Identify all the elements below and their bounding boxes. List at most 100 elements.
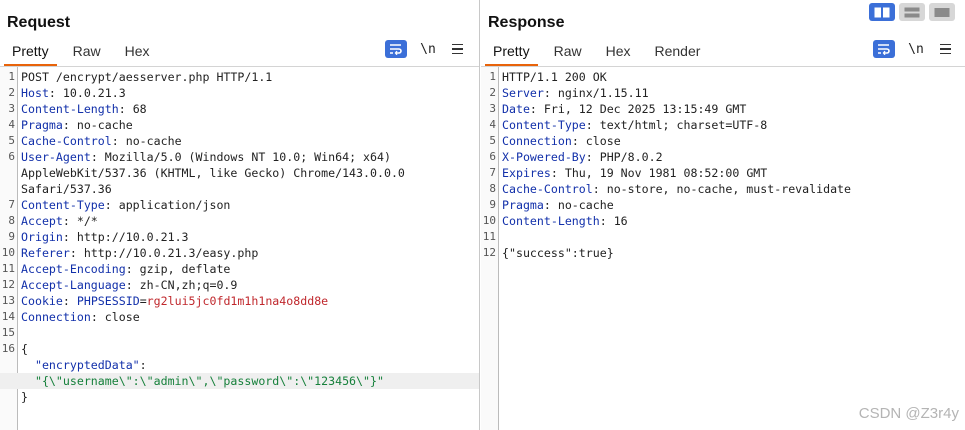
line-content: Cache-Control: no-store, no-cache, must-… — [502, 181, 851, 197]
header-value: : Mozilla/5.0 (Windows NT 10.0; Win64; x… — [90, 150, 391, 164]
header-name: Content-Length — [21, 102, 119, 116]
code-line: 10 Referer: http://10.0.21.3/easy.php — [0, 245, 479, 261]
code-line: 5 Connection: close — [481, 133, 965, 149]
show-newlines-button[interactable]: \n — [905, 42, 927, 57]
line-content: Date: Fri, 12 Dec 2025 13:15:49 GMT — [502, 101, 746, 117]
code-text: { — [21, 342, 28, 356]
header-name: User-Agent — [21, 150, 91, 164]
line-number: 16 — [1, 342, 15, 355]
line-number: 9 — [489, 198, 496, 211]
header-value: : Thu, 19 Nov 1981 08:52:00 GMT — [550, 166, 768, 180]
header-value: : text/html; charset=UTF-8 — [585, 118, 768, 132]
code-text: {"success":true} — [502, 246, 614, 260]
header-value: : no-store, no-cache, must-revalidate — [592, 182, 852, 196]
line-number: 4 — [489, 118, 496, 131]
line-content: Pragma: no-cache — [21, 117, 133, 133]
code-line: "{\"username\":\"admin\",\"password\":\"… — [0, 373, 479, 389]
code-line: 2 Host: 10.0.21.3 — [0, 85, 479, 101]
code-line: 1 HTTP/1.1 200 OK — [481, 69, 965, 85]
header-value: : nginx/1.15.11 — [543, 86, 649, 100]
code-text: } — [21, 390, 28, 404]
line-content: AppleWebKit/537.36 (KHTML, like Gecko) C… — [21, 165, 405, 181]
request-title: Request — [7, 14, 71, 31]
json-colon: : — [139, 358, 147, 372]
header-value: : http://10.0.21.3 — [62, 230, 189, 244]
line-content: HTTP/1.1 200 OK — [502, 69, 607, 85]
response-tab-hex[interactable]: Hex — [594, 38, 643, 66]
code-text: POST /encrypt/aesserver.php HTTP/1.1 — [21, 70, 273, 84]
header-value: : close — [90, 310, 140, 324]
response-toolbar: \n — [873, 40, 953, 58]
line-number: 3 — [8, 102, 15, 115]
header-name: Connection — [502, 134, 572, 148]
code-line: 1 POST /encrypt/aesserver.php HTTP/1.1 — [0, 69, 479, 85]
header-value: : 10.0.21.3 — [48, 86, 126, 100]
line-content: Referer: http://10.0.21.3/easy.php — [21, 245, 258, 261]
word-wrap-icon[interactable] — [873, 40, 895, 58]
code-line: 9 Origin: http://10.0.21.3 — [0, 229, 479, 245]
line-content: User-Agent: Mozilla/5.0 (Windows NT 10.0… — [21, 149, 391, 165]
response-editor[interactable]: 1 HTTP/1.1 200 OK 2 Server: nginx/1.15.11 3 D… — [481, 67, 965, 430]
header-name: Accept — [21, 214, 63, 228]
header-name: Pragma — [21, 118, 63, 132]
line-content: Content-Type: text/html; charset=UTF-8 — [502, 117, 767, 133]
line-number: 7 — [489, 166, 496, 179]
code-line: Safari/537.36 — [0, 181, 479, 197]
code-line: 4 Content-Type: text/html; charset=UTF-8 — [481, 117, 965, 133]
code-text: AppleWebKit/537.36 (KHTML, like Gecko) C… — [21, 166, 405, 180]
menu-icon[interactable] — [449, 43, 465, 55]
request-tab-pretty[interactable]: Pretty — [0, 38, 61, 66]
code-line: 3 Content-Length: 68 — [0, 101, 479, 117]
line-number: 12 — [482, 246, 496, 259]
line-number: 5 — [8, 134, 15, 147]
line-content: Connection: close — [502, 133, 621, 149]
code-text: Safari/537.36 — [21, 182, 112, 196]
header-value: : — [62, 294, 77, 308]
line-number: 10 — [1, 246, 15, 259]
cookie-name: PHPSESSID — [76, 294, 140, 308]
line-content: POST /encrypt/aesserver.php HTTP/1.1 — [21, 69, 272, 85]
line-content: Content-Length: 16 — [502, 213, 628, 229]
line-number: 7 — [8, 198, 15, 211]
json-key: "encryptedData" — [21, 358, 140, 372]
request-editor[interactable]: 1 POST /encrypt/aesserver.php HTTP/1.1 2 Ho… — [0, 67, 479, 430]
response-tab-render[interactable]: Render — [643, 38, 713, 66]
line-number: 11 — [482, 230, 496, 243]
menu-icon[interactable] — [937, 43, 953, 55]
line-number: 9 — [8, 230, 15, 243]
header-value: : */* — [62, 214, 98, 228]
response-panel: Response Pretty Raw Hex Render \n 1 HTTP/… — [481, 0, 965, 430]
header-value: : no-cache — [111, 134, 182, 148]
line-number: 6 — [8, 150, 15, 163]
response-tab-raw[interactable]: Raw — [542, 38, 594, 66]
response-tab-pretty[interactable]: Pretty — [481, 38, 542, 66]
line-content: Pragma: no-cache — [502, 197, 614, 213]
line-content: } — [21, 389, 28, 405]
line-content: X-Powered-By: PHP/8.0.2 — [502, 149, 663, 165]
request-toolbar: \n — [385, 40, 465, 58]
line-number: 14 — [1, 310, 15, 323]
header-name: Host — [21, 86, 49, 100]
header-name: Cookie — [21, 294, 63, 308]
header-value: : http://10.0.21.3/easy.php — [69, 246, 259, 260]
line-content: Connection: close — [21, 309, 140, 325]
header-name: Pragma — [502, 198, 544, 212]
line-number: 8 — [8, 214, 15, 227]
request-tab-raw[interactable]: Raw — [61, 38, 113, 66]
code-line: 16 { — [0, 341, 479, 357]
code-text: HTTP/1.1 200 OK — [502, 70, 607, 84]
line-number: 2 — [8, 86, 15, 99]
line-number: 10 — [482, 214, 496, 227]
line-content: Content-Type: application/json — [21, 197, 230, 213]
code-line: 13 Cookie: PHPSESSID=rg2lui5jc0fd1m1h1na4… — [0, 293, 479, 309]
code-line: 10 Content-Length: 16 — [481, 213, 965, 229]
line-number: 5 — [489, 134, 496, 147]
line-number: 13 — [1, 294, 15, 307]
header-name: Content-Type — [502, 118, 586, 132]
request-tab-hex[interactable]: Hex — [113, 38, 162, 66]
json-string: "{\"username\":\"admin\",\"password\":\"… — [21, 374, 384, 388]
show-newlines-button[interactable]: \n — [417, 42, 439, 57]
word-wrap-icon[interactable] — [385, 40, 407, 58]
line-content: Server: nginx/1.15.11 — [502, 85, 649, 101]
line-number: 3 — [489, 102, 496, 115]
